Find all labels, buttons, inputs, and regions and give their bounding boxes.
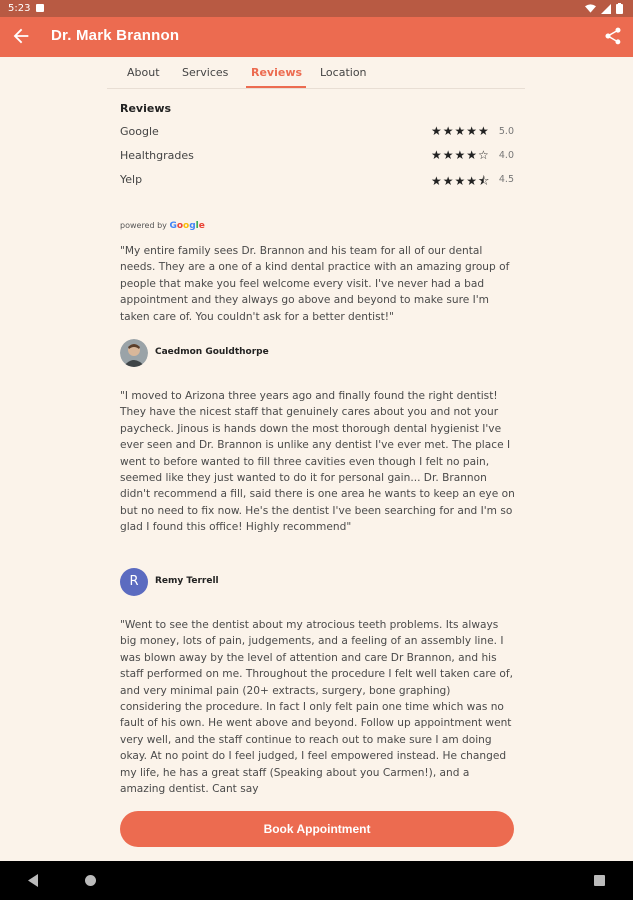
status-time: 5:23 — [8, 3, 31, 14]
author-name: Remy Terrell — [155, 576, 219, 586]
review-text: "My entire family sees Dr. Brannon and h… — [120, 245, 510, 323]
star-rating: ★★★★★ — [431, 124, 490, 138]
star-rating: ★★★★⯪ — [431, 174, 491, 188]
nav-home-icon[interactable] — [85, 875, 96, 886]
wifi-icon — [585, 3, 596, 13]
tab-location[interactable]: Location — [320, 66, 367, 79]
rating-source: Healthgrades — [120, 149, 194, 162]
rating-row-yelp: Yelp ★★★★⯪ 4.5 — [120, 171, 514, 189]
tab-services[interactable]: Services — [182, 66, 228, 79]
tab-reviews[interactable]: Reviews — [251, 66, 302, 79]
active-tab-indicator — [246, 86, 306, 88]
author-name: Caedmon Gouldthorpe — [155, 347, 269, 357]
app-bar: Dr. Mark Brannon — [0, 17, 633, 57]
powered-by-google: powered by Google — [120, 221, 205, 231]
rating-source: Google — [120, 125, 159, 138]
reviews-content[interactable]: Reviews Google ★★★★★ 5.0 Healthgrades ★★… — [107, 90, 525, 795]
review-text: "I moved to Arizona three years ago and … — [120, 390, 515, 534]
page-title: Dr. Mark Brannon — [51, 27, 180, 44]
reviews-heading: Reviews — [120, 102, 172, 115]
signal-icon — [601, 3, 611, 14]
nav-recents-icon[interactable] — [594, 875, 605, 886]
rating-score: 4.0 — [498, 150, 514, 161]
tab-about[interactable]: About — [127, 66, 160, 79]
rating-score: 5.0 — [498, 126, 514, 137]
nav-back-icon[interactable] — [28, 874, 40, 887]
rating-row-google: Google ★★★★★ 5.0 — [120, 123, 514, 141]
rating-source: Yelp — [120, 173, 143, 186]
star-rating: ★★★★☆ — [431, 148, 490, 162]
status-bar: 5:23 — [0, 0, 633, 17]
tab-bar: About Services Reviews Location — [107, 58, 525, 89]
battery-icon — [616, 3, 623, 14]
rating-row-healthgrades: Healthgrades ★★★★☆ 4.0 — [120, 147, 514, 165]
share-icon[interactable] — [603, 26, 623, 46]
notification-icon — [36, 4, 44, 12]
powered-by-label: powered by — [120, 221, 167, 230]
google-logo: Google — [169, 221, 205, 231]
review-text: "Went to see the dentist about my atroci… — [120, 619, 513, 795]
avatar: R — [120, 568, 148, 596]
avatar — [120, 339, 148, 367]
back-arrow-icon[interactable] — [10, 25, 32, 47]
book-appointment-button[interactable]: Book Appointment — [120, 811, 514, 847]
system-nav-bar — [0, 861, 633, 900]
rating-score: 4.5 — [498, 174, 514, 185]
